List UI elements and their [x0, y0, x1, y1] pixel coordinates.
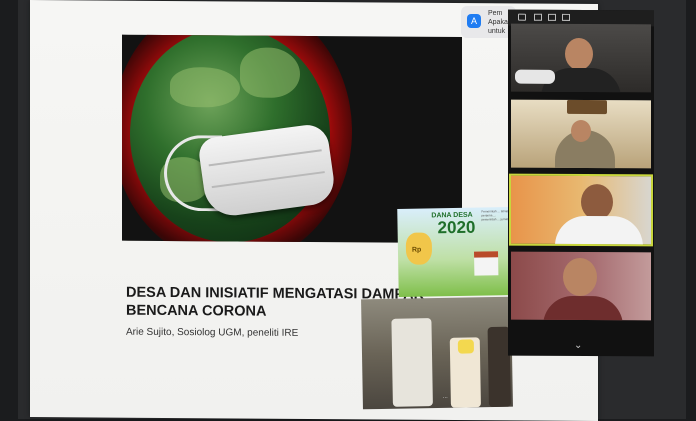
participant-video-3-active[interactable]: [509, 173, 653, 247]
hand-visible: [515, 69, 555, 84]
wall-frame: [567, 99, 607, 115]
aid-distribution-photo: ...: [361, 296, 513, 410]
dana-desa-image: DANA DESA 2020 Pemerintah ... tahap pert…: [397, 207, 514, 297]
house-icon: [473, 251, 499, 276]
participant-video-2[interactable]: [511, 99, 651, 169]
video-gallery-panel: ⌄: [508, 9, 654, 357]
app-store-icon: A: [467, 14, 481, 28]
layout-icon[interactable]: [548, 13, 556, 21]
participant-video-1[interactable]: [511, 23, 651, 93]
dana-desa-year: 2020: [437, 217, 476, 238]
chevron-down-icon[interactable]: ⌄: [574, 340, 582, 351]
slide-subtitle: Arie Sujito, Sosiolog UGM, peneliti IRE: [126, 326, 299, 339]
grid-view-icon[interactable]: [562, 13, 570, 21]
window-icon[interactable]: [534, 13, 542, 21]
person-figure: [391, 318, 433, 407]
currency-label: Rp: [411, 246, 422, 254]
minimize-icon[interactable]: [518, 13, 526, 21]
photo-watermark: ...: [442, 393, 448, 400]
dana-desa-notes: Pemerintah ... tahap pertama ... pemerin…: [481, 209, 512, 222]
aid-package: [457, 339, 475, 354]
participant-video-4[interactable]: [511, 251, 651, 321]
